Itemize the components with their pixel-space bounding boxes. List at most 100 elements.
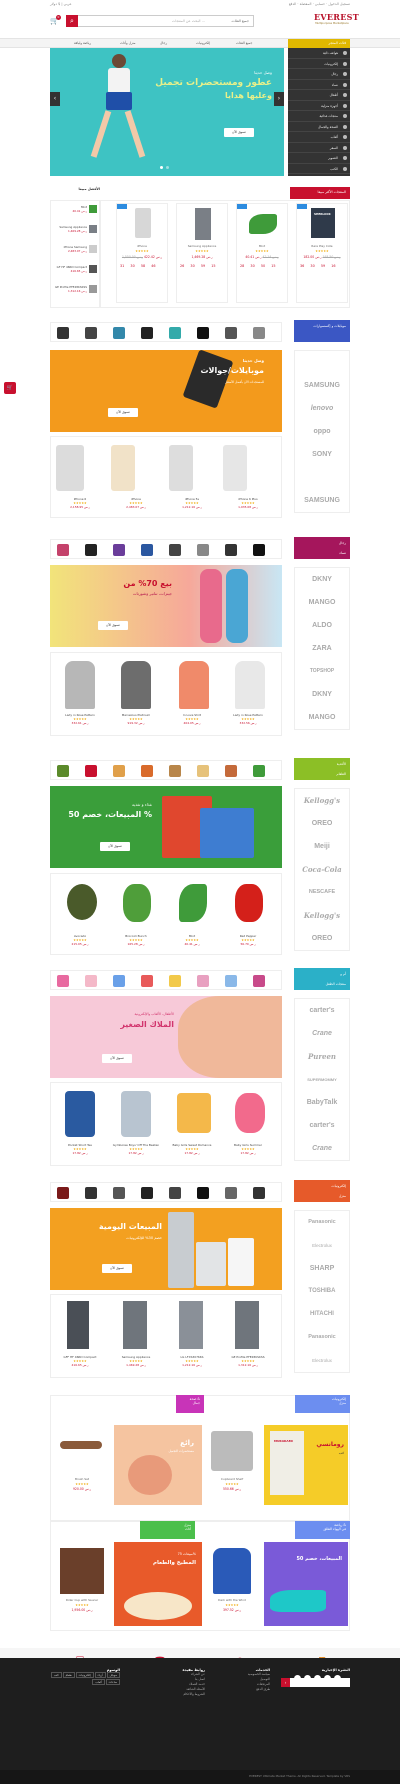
thumb-item[interactable]	[113, 975, 125, 987]
newsletter-submit-button[interactable]: ›	[281, 1678, 290, 1687]
product-card[interactable]: Lady in Rose Pattern ★★★★★ ر.س 332.56	[221, 713, 275, 725]
food-banner[interactable]: غذاء و تغذية المبيعات، خصم 50 % تسوق الآ…	[50, 786, 282, 868]
thumb-item[interactable]	[169, 1187, 181, 1199]
thumb-item[interactable]	[197, 327, 209, 339]
lang-currency[interactable]: عربي | $ دولار	[50, 2, 72, 6]
phones-shop-button[interactable]: تسوق الآن	[108, 408, 138, 417]
google-plus-icon[interactable]	[314, 1675, 321, 1682]
thumb-item[interactable]	[225, 1187, 237, 1199]
product-card[interactable]: Red Pepper ★★★★★ ر.س 56.70	[221, 934, 275, 946]
link-login[interactable]: تسجيل الدخول	[328, 2, 350, 6]
thumb-item[interactable]	[57, 544, 69, 556]
product-card[interactable]: Pocket Short Tee ★★★★★ ر.س 17.82	[53, 1143, 107, 1155]
sidebar-item[interactable]: الكتب	[288, 164, 350, 174]
product-card[interactable]: iPhone ★★★★★ ر.س 2,483.07	[109, 497, 163, 509]
brand-logo[interactable]: Crane	[295, 1022, 349, 1045]
thumb-item[interactable]	[169, 327, 181, 339]
nav-item-electronics[interactable]: إلكترونيات	[196, 39, 210, 48]
brand-logo[interactable]: Electrolux	[295, 1234, 349, 1257]
twitter-icon[interactable]	[304, 1675, 311, 1682]
electronics-banner[interactable]: المبيعات اليومية خصم 30% للإلكترونيات تس…	[50, 1208, 282, 1290]
instagram-icon[interactable]	[324, 1675, 331, 1682]
thumb-item[interactable]	[113, 1187, 125, 1199]
phones-banner[interactable]: وصل حديثا موبايلات/جوالات للمستجدات الآن…	[50, 349, 282, 432]
tag-chip[interactable]: ألعاب	[92, 1679, 105, 1685]
brand-logo[interactable]: Panasonic	[295, 1326, 349, 1349]
tag-chip[interactable]: ساعات	[105, 1679, 120, 1685]
floating-cart-icon[interactable]: 🛒	[4, 382, 16, 394]
sidebar-item[interactable]: ألعاب	[288, 132, 350, 143]
rss-icon[interactable]	[334, 1675, 341, 1682]
kids-banner[interactable]: الأطفال، الألعاب والإلكترونية الملاك الص…	[50, 996, 282, 1078]
brand-logo[interactable]: DKNY	[295, 683, 349, 706]
brand-logo[interactable]: Kellogg's	[295, 789, 349, 812]
product-card[interactable]: GFF HF 46RD Compact ★★★★★ ر.س 416.65	[53, 1355, 107, 1367]
product-card[interactable]: Dark with the Wind ★★★★★ ر.س 397.52	[203, 1542, 261, 1626]
food-shop-button[interactable]: تسوق الآن	[100, 842, 130, 851]
brand-logo[interactable]: Pureen	[295, 1045, 349, 1068]
electronics-shop-button[interactable]: تسوق الآن	[102, 1264, 132, 1273]
tag-chip[interactable]: إلكترونيات	[75, 1672, 94, 1678]
facebook-icon[interactable]	[294, 1675, 301, 1682]
tag-chip[interactable]: موبايل	[106, 1672, 120, 1678]
sports-banner[interactable]: المبيعات، خصم 50	[264, 1542, 348, 1626]
nav-item-men[interactable]: رجال	[160, 39, 167, 48]
product-card[interactable]: Baby Girls Sweet Romance ★★★★★ ر.س 17.82	[165, 1143, 219, 1155]
product-card[interactable]: iPhone 5s ★★★★★ ر.س 1,212.16	[165, 497, 219, 509]
brand-logo[interactable]: lenovo	[295, 397, 349, 420]
category-select[interactable]: جميع الفئات	[232, 19, 249, 23]
slider-dot[interactable]	[166, 166, 169, 169]
product-card[interactable]: iPhone 6 ★★★★★ ر.س 2,158.95	[53, 497, 107, 509]
brand-logo[interactable]: OREO	[295, 812, 349, 835]
thumb-item[interactable]	[141, 544, 153, 556]
search-input[interactable]: البحث عن المنتجات ... جميع الفئات	[66, 15, 254, 27]
product-card[interactable]: Cupboard Shelf ★★★★★ ر.س 550.66	[203, 1425, 261, 1505]
thumb-item[interactable]	[85, 327, 97, 339]
thumb-item[interactable]	[85, 765, 97, 777]
list-item[interactable]: GE Profile PFE28KSKSS ر.س 1,312.16	[53, 285, 87, 293]
thumb-item[interactable]	[225, 327, 237, 339]
brand-logo[interactable]: oppo	[295, 420, 349, 443]
thumb-item[interactable]	[141, 975, 153, 987]
sidebar-item[interactable]: نساء	[288, 80, 350, 90]
brand-logo[interactable]: carter's	[295, 1114, 349, 1137]
sidebar-item[interactable]: رجال	[288, 69, 350, 80]
brand-logo[interactable]: Panasonic	[295, 1211, 349, 1234]
brand-logo[interactable]: MANGO	[295, 591, 349, 614]
brand-logo[interactable]: HITACHI	[295, 1303, 349, 1326]
brand-logo[interactable]: Coca-Cola	[295, 858, 349, 881]
thumb-item[interactable]	[197, 765, 209, 777]
footer-link[interactable]: الشروط والأحكام	[155, 1692, 205, 1697]
product-card[interactable]: Mint ★★★★★ ر.س 40.41	[165, 934, 219, 946]
thumb-item[interactable]	[113, 327, 125, 339]
brand-logo[interactable]: TOPSHOP	[295, 660, 349, 683]
brand-logo[interactable]: Meiji	[295, 835, 349, 858]
brand-logo[interactable]: SHARP	[295, 1257, 349, 1280]
product-card[interactable]: GE Profile PFE28KSKSS ★★★★★ ر.س 1,312.16	[221, 1355, 275, 1367]
thumb-item[interactable]	[141, 765, 153, 777]
product-card[interactable]: Samsung Appliance ★★★★★ ر.س 1,469.28 26 …	[176, 203, 228, 303]
product-card[interactable]: Mint ★★★★★ ر.س 42.14 ر.س 40.41 28 30 50 …	[236, 203, 288, 303]
sidebar-item[interactable]: إلكترونيات	[288, 59, 350, 69]
brand-logo[interactable]: Crane	[295, 1137, 349, 1160]
thumb-item[interactable]	[225, 544, 237, 556]
product-card[interactable]: In Love Shirt ★★★★★ ر.س 404.05	[165, 713, 219, 725]
thumb-item[interactable]	[169, 765, 181, 777]
brand-logo[interactable]: ALDO	[295, 614, 349, 637]
product-card[interactable]: Broccoli Bunch ★★★★★ ر.س 165.28	[109, 934, 163, 946]
link-account[interactable]: حسابي	[315, 2, 325, 6]
brand-logo[interactable]: ZARA	[295, 637, 349, 660]
thumb-item[interactable]	[57, 1187, 69, 1199]
list-item[interactable]: Mint ر.س 40.41	[53, 205, 87, 213]
brand-logo[interactable]: MANGO	[295, 706, 349, 729]
sidebar-item[interactable]: أطفال	[288, 90, 350, 101]
thumb-item[interactable]	[225, 975, 237, 987]
nav-item-all[interactable]: جميع الفئات	[236, 39, 252, 48]
footer-link[interactable]: طرق الدفع	[210, 1687, 270, 1692]
thumb-item[interactable]	[57, 975, 69, 987]
brand-logo[interactable]: BabyTalk	[295, 1091, 349, 1114]
slide-shop-button[interactable]: تسوق الآن	[224, 128, 254, 137]
slider-prev-button[interactable]: ‹	[50, 92, 60, 106]
brand-logo[interactable]: SAMSUNG	[295, 374, 349, 397]
thumb-item[interactable]	[197, 975, 209, 987]
